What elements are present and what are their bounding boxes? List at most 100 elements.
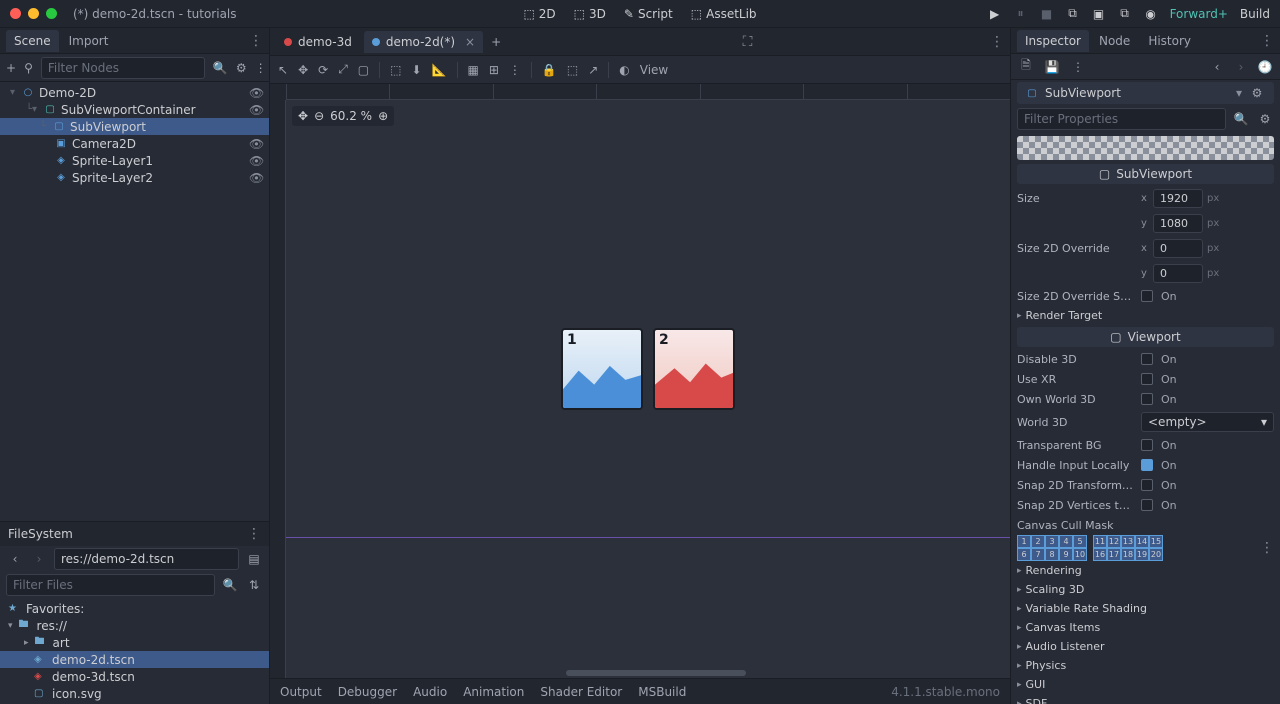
workspace-script[interactable]: ✎Script bbox=[624, 7, 673, 21]
fs-favorites[interactable]: ★Favorites: bbox=[0, 600, 269, 617]
override-y-input[interactable]: 0 bbox=[1153, 264, 1203, 283]
renderer-dropdown[interactable]: Forward+ bbox=[1170, 7, 1228, 21]
doctab-demo3d[interactable]: demo-3d bbox=[276, 31, 360, 53]
tab-scene[interactable]: Scene bbox=[6, 30, 59, 52]
node-subviewportcontainer[interactable]: └▾▢SubViewportContainer👁 bbox=[0, 101, 269, 118]
sprite-layer1[interactable]: 1 bbox=[561, 328, 643, 410]
filter-files-input[interactable] bbox=[6, 574, 215, 596]
play-icon[interactable]: ▶ bbox=[988, 7, 1002, 21]
node-sprite2[interactable]: ◈Sprite-Layer2👁 bbox=[0, 169, 269, 186]
transparent-checkbox[interactable] bbox=[1141, 439, 1153, 451]
tab-node[interactable]: Node bbox=[1091, 30, 1138, 52]
select-tool-icon[interactable]: ↖ bbox=[278, 63, 288, 77]
search-icon[interactable]: 🔍 bbox=[1232, 110, 1250, 128]
disable3d-checkbox[interactable] bbox=[1141, 353, 1153, 365]
workspace-3d[interactable]: ⬚3D bbox=[574, 7, 606, 21]
move-tool-icon[interactable]: ✥ bbox=[298, 63, 308, 77]
search-icon[interactable]: 🔍 bbox=[213, 59, 228, 77]
tab-debugger[interactable]: Debugger bbox=[338, 685, 397, 699]
workspace-assetlib[interactable]: ⬚AssetLib bbox=[691, 7, 757, 21]
section-subviewport[interactable]: ▢SubViewport bbox=[1017, 164, 1274, 184]
snap-menu-icon[interactable]: ⋮ bbox=[509, 63, 521, 77]
rotate-tool-icon[interactable]: ⟳ bbox=[318, 63, 328, 77]
nav-back-icon[interactable]: ‹ bbox=[6, 550, 24, 568]
nav-history-icon[interactable]: 🕘 bbox=[1256, 58, 1274, 76]
size-y-input[interactable]: 1080 bbox=[1153, 214, 1203, 233]
usexr-checkbox[interactable] bbox=[1141, 373, 1153, 385]
fs-demo2d[interactable]: ◈demo-2d.tscn bbox=[0, 651, 269, 668]
override-stretch-checkbox[interactable] bbox=[1141, 290, 1153, 302]
expand-view-icon[interactable]: ⛶ bbox=[743, 34, 753, 50]
override-x-input[interactable]: 0 bbox=[1153, 239, 1203, 258]
fs-demo3d[interactable]: ◈demo-3d.tscn bbox=[0, 668, 269, 685]
snaptransforms-checkbox[interactable] bbox=[1141, 479, 1153, 491]
insp-extra-icon[interactable]: ⚙ bbox=[1248, 84, 1266, 102]
section-viewport[interactable]: ▢Viewport bbox=[1017, 327, 1274, 347]
expand-sdf[interactable]: ▸SDF bbox=[1017, 694, 1274, 704]
node-subviewport[interactable]: └▢SubViewport bbox=[0, 118, 269, 135]
tab-shader[interactable]: Shader Editor bbox=[540, 685, 622, 699]
inspector-object[interactable]: ▢ SubViewport ▾ ⚙ bbox=[1017, 82, 1274, 104]
render-icon[interactable]: ◉ bbox=[1144, 7, 1158, 21]
tab-output[interactable]: Output bbox=[280, 685, 322, 699]
fs-sort-icon[interactable]: ⇅ bbox=[245, 576, 263, 594]
play-custom-icon[interactable]: ⧉ bbox=[1118, 7, 1132, 21]
nav-fwd-icon[interactable]: › bbox=[1232, 58, 1250, 76]
scene-kebab-icon[interactable]: ⋮ bbox=[255, 59, 267, 77]
snapvertices-checkbox[interactable] bbox=[1141, 499, 1153, 511]
tab-import[interactable]: Import bbox=[61, 30, 117, 52]
add-tab-button[interactable]: + bbox=[487, 33, 505, 51]
canvas[interactable]: 1 2 bbox=[286, 100, 1010, 678]
world3d-dropdown[interactable]: <empty>▾ bbox=[1141, 412, 1274, 432]
maximize-window[interactable] bbox=[46, 8, 57, 19]
scene-menu-icon[interactable]: ⋮ bbox=[249, 33, 263, 49]
grid-icon[interactable]: ⊞ bbox=[489, 63, 499, 77]
stop-icon[interactable]: ■ bbox=[1040, 7, 1054, 21]
filter-settings-icon[interactable]: ⚙ bbox=[1256, 110, 1274, 128]
close-window[interactable] bbox=[10, 8, 21, 19]
expand-canvasitems[interactable]: ▸Canvas Items bbox=[1017, 618, 1274, 637]
insp-save-icon[interactable]: 💾 bbox=[1043, 58, 1061, 76]
chevron-down-icon[interactable]: ▾ bbox=[1236, 86, 1242, 100]
tab-animation[interactable]: Animation bbox=[463, 685, 524, 699]
minimize-window[interactable] bbox=[28, 8, 39, 19]
handleinput-checkbox[interactable] bbox=[1141, 459, 1153, 471]
build-button[interactable]: Build bbox=[1240, 7, 1270, 21]
add-node-button[interactable]: + bbox=[6, 59, 16, 77]
pause-icon[interactable]: ⏸ bbox=[1014, 7, 1028, 21]
view-menu[interactable]: View bbox=[640, 63, 668, 77]
sprite-layer2[interactable]: 2 bbox=[653, 328, 735, 410]
fs-menu-icon[interactable]: ⋮ bbox=[247, 526, 261, 542]
fs-search-icon[interactable]: 🔍 bbox=[221, 576, 239, 594]
tool-icon[interactable]: ⬚ bbox=[390, 63, 401, 77]
horizontal-scrollbar[interactable] bbox=[566, 670, 746, 676]
path-input[interactable] bbox=[54, 548, 239, 570]
fs-root[interactable]: ▾🖿res:// bbox=[0, 617, 269, 634]
workspace-2d[interactable]: ⬚2D bbox=[523, 7, 555, 21]
expand-rendering[interactable]: ▸Rendering bbox=[1017, 561, 1274, 580]
expand-audiolistener[interactable]: ▸Audio Listener bbox=[1017, 637, 1274, 656]
expand-physics[interactable]: ▸Physics bbox=[1017, 656, 1274, 675]
node-sprite1[interactable]: ◈Sprite-Layer1👁 bbox=[0, 152, 269, 169]
doctab-demo2d[interactable]: demo-2d(*)× bbox=[364, 31, 483, 53]
filter-nodes-input[interactable] bbox=[41, 57, 205, 79]
ownworld-checkbox[interactable] bbox=[1141, 393, 1153, 405]
expand-render-target[interactable]: ▸Render Target bbox=[1017, 306, 1274, 325]
viewport-2d[interactable]: ✥ ⊖ 60.2 % ⊕ 1 2 bbox=[270, 84, 1010, 678]
preview-icon[interactable]: ◐ bbox=[619, 63, 629, 77]
tab-inspector[interactable]: Inspector bbox=[1017, 30, 1089, 52]
ruler-tool-icon[interactable]: 📐 bbox=[432, 63, 447, 77]
tab-audio[interactable]: Audio bbox=[413, 685, 447, 699]
filter-properties-input[interactable] bbox=[1017, 108, 1226, 130]
expand-scaling3d[interactable]: ▸Scaling 3D bbox=[1017, 580, 1274, 599]
scale-tool-icon[interactable]: ⤢ bbox=[338, 62, 348, 77]
expand-gui[interactable]: ▸GUI bbox=[1017, 675, 1274, 694]
nav-fwd-icon[interactable]: › bbox=[30, 550, 48, 568]
filter-icon[interactable]: ⚙ bbox=[236, 59, 247, 77]
skeleton-icon[interactable]: ↗ bbox=[588, 63, 598, 77]
tab-history[interactable]: History bbox=[1140, 30, 1199, 52]
expand-vrs[interactable]: ▸Variable Rate Shading bbox=[1017, 599, 1274, 618]
inspector-menu-icon[interactable]: ⋮ bbox=[1260, 33, 1274, 49]
size-x-input[interactable]: 1920 bbox=[1153, 189, 1203, 208]
doctabs-menu-icon[interactable]: ⋮ bbox=[990, 34, 1004, 50]
